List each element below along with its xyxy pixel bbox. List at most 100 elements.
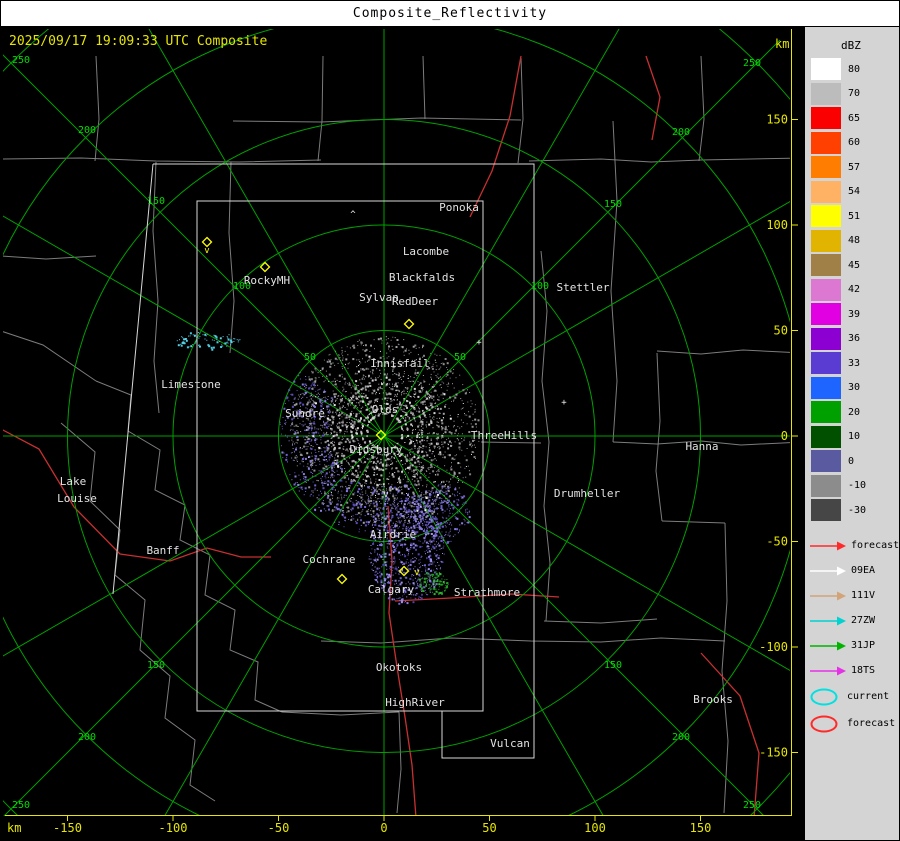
radar-display: 50 50 100 100 150 150 150 150 200 200 200 200 250 250…	[3, 29, 798, 835]
right-axis-label: 50	[774, 324, 788, 338]
colorbar-row: 20	[811, 401, 899, 423]
map-symbol-icon: ^	[350, 210, 356, 220]
city-label: Vulcan	[490, 737, 530, 750]
right-axis-label: -50	[766, 535, 788, 549]
radar-site-diamond-icon	[336, 573, 348, 585]
city-label: Calgary	[368, 583, 415, 596]
legend-arrow-label: 27ZW	[851, 615, 876, 626]
ring-distance-label: 100	[531, 281, 549, 292]
ring-distance-label: 250	[12, 55, 30, 66]
colorbar-value-label: 20	[848, 406, 861, 418]
colorbar-row: 57	[811, 156, 899, 178]
radar-app-window: 50 50 100 100 150 150 150 150 200 200 200 200 250 250…	[0, 0, 900, 841]
city-label: Ponoka	[439, 201, 479, 214]
ring-distance-label: 200	[78, 125, 96, 136]
current-ellipse-icon	[810, 688, 838, 705]
window-title: Composite_Reflectivity	[352, 6, 548, 21]
city-label: Innisfail	[370, 357, 430, 370]
city-label: Banff	[146, 544, 179, 557]
colorbar-title: dBZ	[841, 39, 861, 52]
city-label: Limestone	[161, 378, 221, 391]
colorbar-value-label: 48	[848, 235, 861, 246]
right-axis-label: -100	[759, 640, 788, 654]
right-axis-label: 150	[766, 113, 788, 127]
ring-distance-label: 250	[743, 800, 761, 811]
colorbar-row: 80	[811, 58, 899, 80]
map-symbol-icon: v	[204, 246, 209, 256]
colorbar-row: 60	[811, 131, 899, 154]
ring-distance-label: 150	[147, 660, 165, 671]
colorbar-row: 51	[811, 205, 899, 227]
bottom-axis-label: 100	[584, 821, 606, 835]
city-label: RedDeer	[392, 295, 439, 308]
colorbar-row: 48	[811, 229, 899, 252]
legend-arrow-row: forecast	[809, 533, 899, 558]
colorbar-swatch	[811, 499, 841, 521]
colorbar-row: 54	[811, 180, 899, 203]
map-symbol-icon: +	[561, 398, 567, 408]
colorbar-row: 42	[811, 278, 899, 301]
colorbar-value-label: 51	[848, 210, 861, 222]
colorbar-swatch	[811, 156, 841, 178]
colorbar-swatch	[811, 450, 841, 472]
city-label: Strathmore	[454, 586, 520, 599]
right-axis-label: 100	[766, 218, 788, 232]
colorbar-swatch	[811, 474, 841, 497]
ring-distance-label: 200	[672, 732, 690, 743]
colorbar-swatch	[811, 229, 841, 252]
colorbar-row: 30	[811, 376, 899, 399]
track-arrow-icon	[810, 641, 846, 650]
legend-arrow-label: forecast	[851, 540, 900, 551]
colorbar-value-label: 57	[848, 161, 861, 173]
legend-arrow-row: 09EA	[809, 558, 899, 583]
radar-site-diamond-icon	[403, 318, 415, 330]
legend-arrow-row: 111V	[809, 583, 899, 608]
track-arrow-icon	[810, 616, 846, 625]
legend-ellipse-label: forecast	[847, 718, 896, 729]
colorbar-swatch	[811, 205, 841, 227]
bottom-axis-label: 0	[380, 821, 387, 835]
map-symbol-icon: v	[414, 568, 419, 578]
legend-arrow-label: 18TS	[851, 665, 876, 676]
bottom-axis-label: -50	[268, 821, 290, 835]
city-label: Didsbury	[350, 443, 403, 456]
city-label: HighRiver	[385, 696, 445, 709]
right-axis-label: -150	[759, 746, 788, 760]
colorbar-row: 70	[811, 82, 899, 105]
colorbar-value-label: -30	[848, 504, 867, 516]
colorbar-row: 10	[811, 425, 899, 448]
city-label: Airdrie	[370, 528, 416, 541]
bottom-axis-label: -100	[159, 821, 188, 835]
map-symbol-icon: +	[476, 338, 482, 348]
ring-distance-label: 200	[672, 127, 690, 138]
city-label: Sundre	[285, 407, 325, 420]
city-label: Blackfalds	[389, 271, 455, 284]
sidebar-legend-panel: dBZ 80 70 65 60 57 54 51 48 45 42 39 36 33 30 20 10 0 -10…	[804, 27, 899, 840]
colorbar-value-label: 39	[848, 308, 861, 320]
colorbar-value-label: 80	[848, 63, 861, 75]
axes: -150 -100 -50 0 50 100 150 150 100 50 0 -50 -100 -150	[5, 29, 798, 835]
colorbar-swatch	[811, 107, 841, 129]
ring-distance-label: 150	[604, 660, 622, 671]
colorbar-value-label: 10	[848, 431, 861, 442]
ring-distance-label: 150	[604, 199, 622, 210]
colorbar-swatch	[811, 278, 841, 301]
ring-distance-label: 50	[304, 352, 316, 363]
ring-distance-label: 50	[454, 352, 466, 363]
km-unit-top-label: km	[775, 37, 790, 51]
legend-arrow-row: 27ZW	[809, 608, 899, 633]
colorbar-swatch	[811, 352, 841, 374]
city-label: Louise	[57, 492, 97, 505]
colorbar-swatch	[811, 131, 841, 154]
colorbar-value-label: 33	[848, 357, 861, 369]
legend-ellipse-row: current	[809, 683, 899, 710]
plot-area: 50 50 100 100 150 150 150 150 200 200 200 200 250 250…	[3, 29, 790, 816]
colorbar-row: -10	[811, 474, 899, 497]
track-arrow-icon	[810, 541, 846, 550]
map-symbol-icon: v	[383, 490, 388, 500]
bottom-axis-label: 150	[690, 821, 712, 835]
city-label: ThreeHills	[471, 429, 537, 442]
track-arrow-icon	[810, 566, 846, 575]
legend-arrow-label: 09EA	[851, 565, 876, 576]
colorbar-row: 65	[811, 107, 899, 129]
